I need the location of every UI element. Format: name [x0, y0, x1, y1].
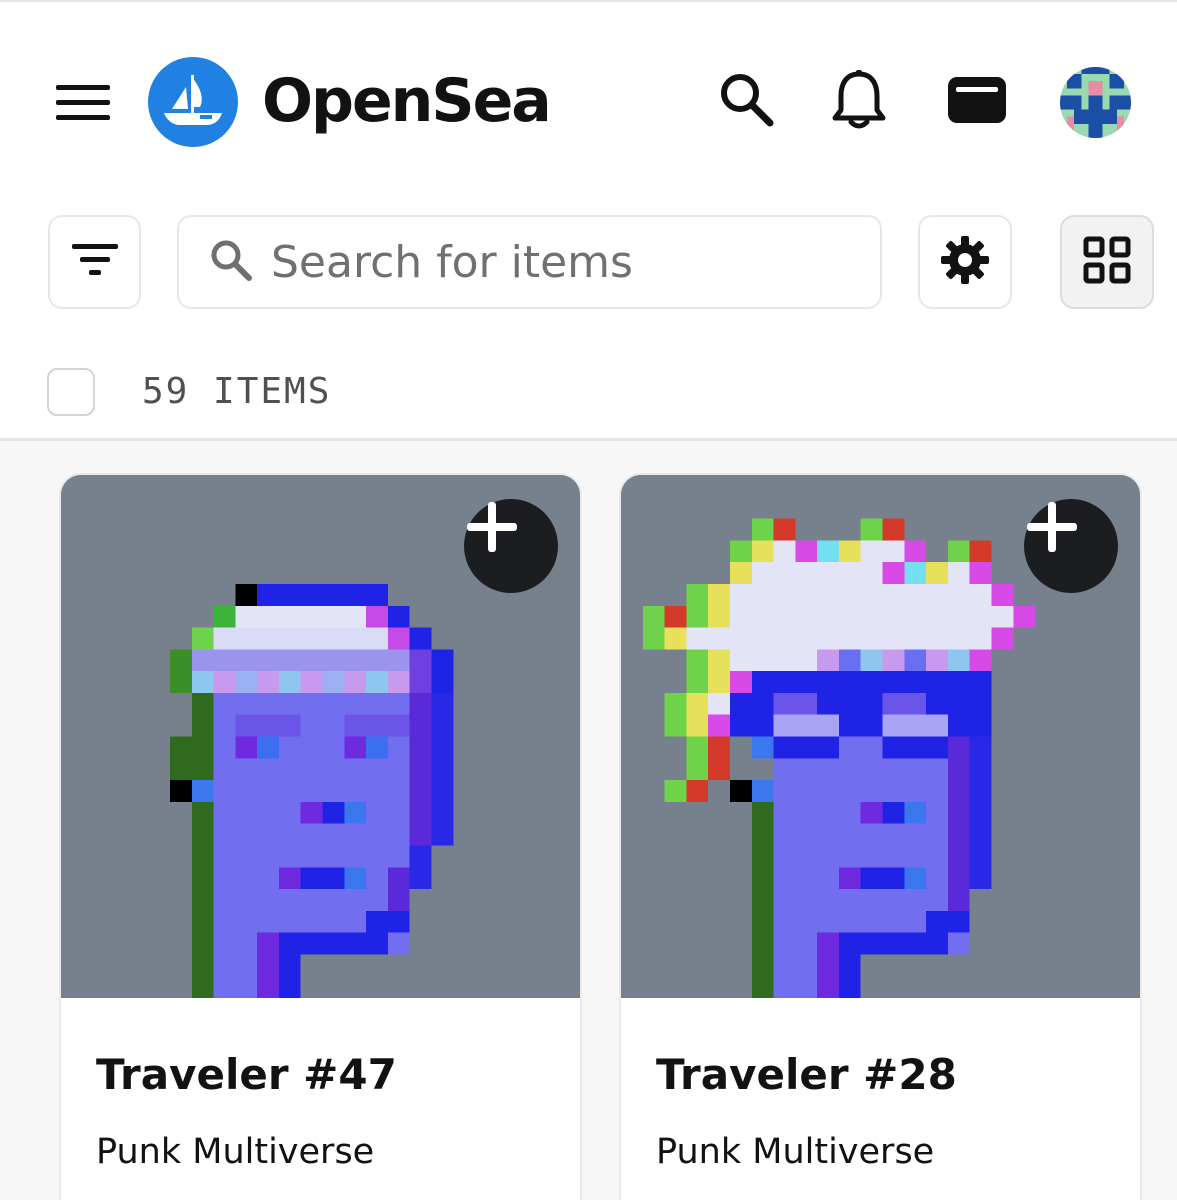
grid-view-icon: [1083, 236, 1131, 289]
select-all-checkbox[interactable]: [47, 368, 95, 416]
add-to-cart-button[interactable]: [464, 499, 558, 593]
hamburger-menu-icon[interactable]: [56, 85, 110, 121]
user-avatar[interactable]: [1060, 67, 1131, 138]
item-collection[interactable]: Punk Multiverse: [96, 1130, 374, 1174]
item-card[interactable]: Traveler #47 Punk Multiverse: [59, 473, 582, 1200]
item-card[interactable]: Traveler #28 Punk Multiverse: [619, 473, 1142, 1200]
grid-view-button[interactable]: [1060, 215, 1154, 309]
item-title[interactable]: Traveler #47: [96, 1050, 397, 1100]
app-header: OpenSea: [0, 0, 1177, 200]
search-icon: [209, 238, 253, 287]
gear-icon: [939, 234, 991, 291]
item-title[interactable]: Traveler #28: [656, 1050, 957, 1100]
nft-image: [61, 475, 580, 998]
add-to-cart-button[interactable]: [1024, 499, 1118, 593]
search-input[interactable]: [271, 236, 871, 288]
bell-icon[interactable]: [827, 68, 891, 132]
settings-button[interactable]: [918, 215, 1012, 309]
filter-button[interactable]: [48, 215, 141, 309]
filter-icon: [71, 242, 118, 283]
search-icon[interactable]: [715, 68, 779, 132]
search-bar[interactable]: [177, 215, 882, 309]
brand-name[interactable]: OpenSea: [262, 62, 552, 140]
items-count: 59 ITEMS: [142, 371, 332, 412]
wallet-icon[interactable]: [945, 68, 1009, 132]
opensea-logo[interactable]: [148, 57, 238, 147]
nft-image: [621, 475, 1140, 998]
item-collection[interactable]: Punk Multiverse: [656, 1130, 934, 1174]
